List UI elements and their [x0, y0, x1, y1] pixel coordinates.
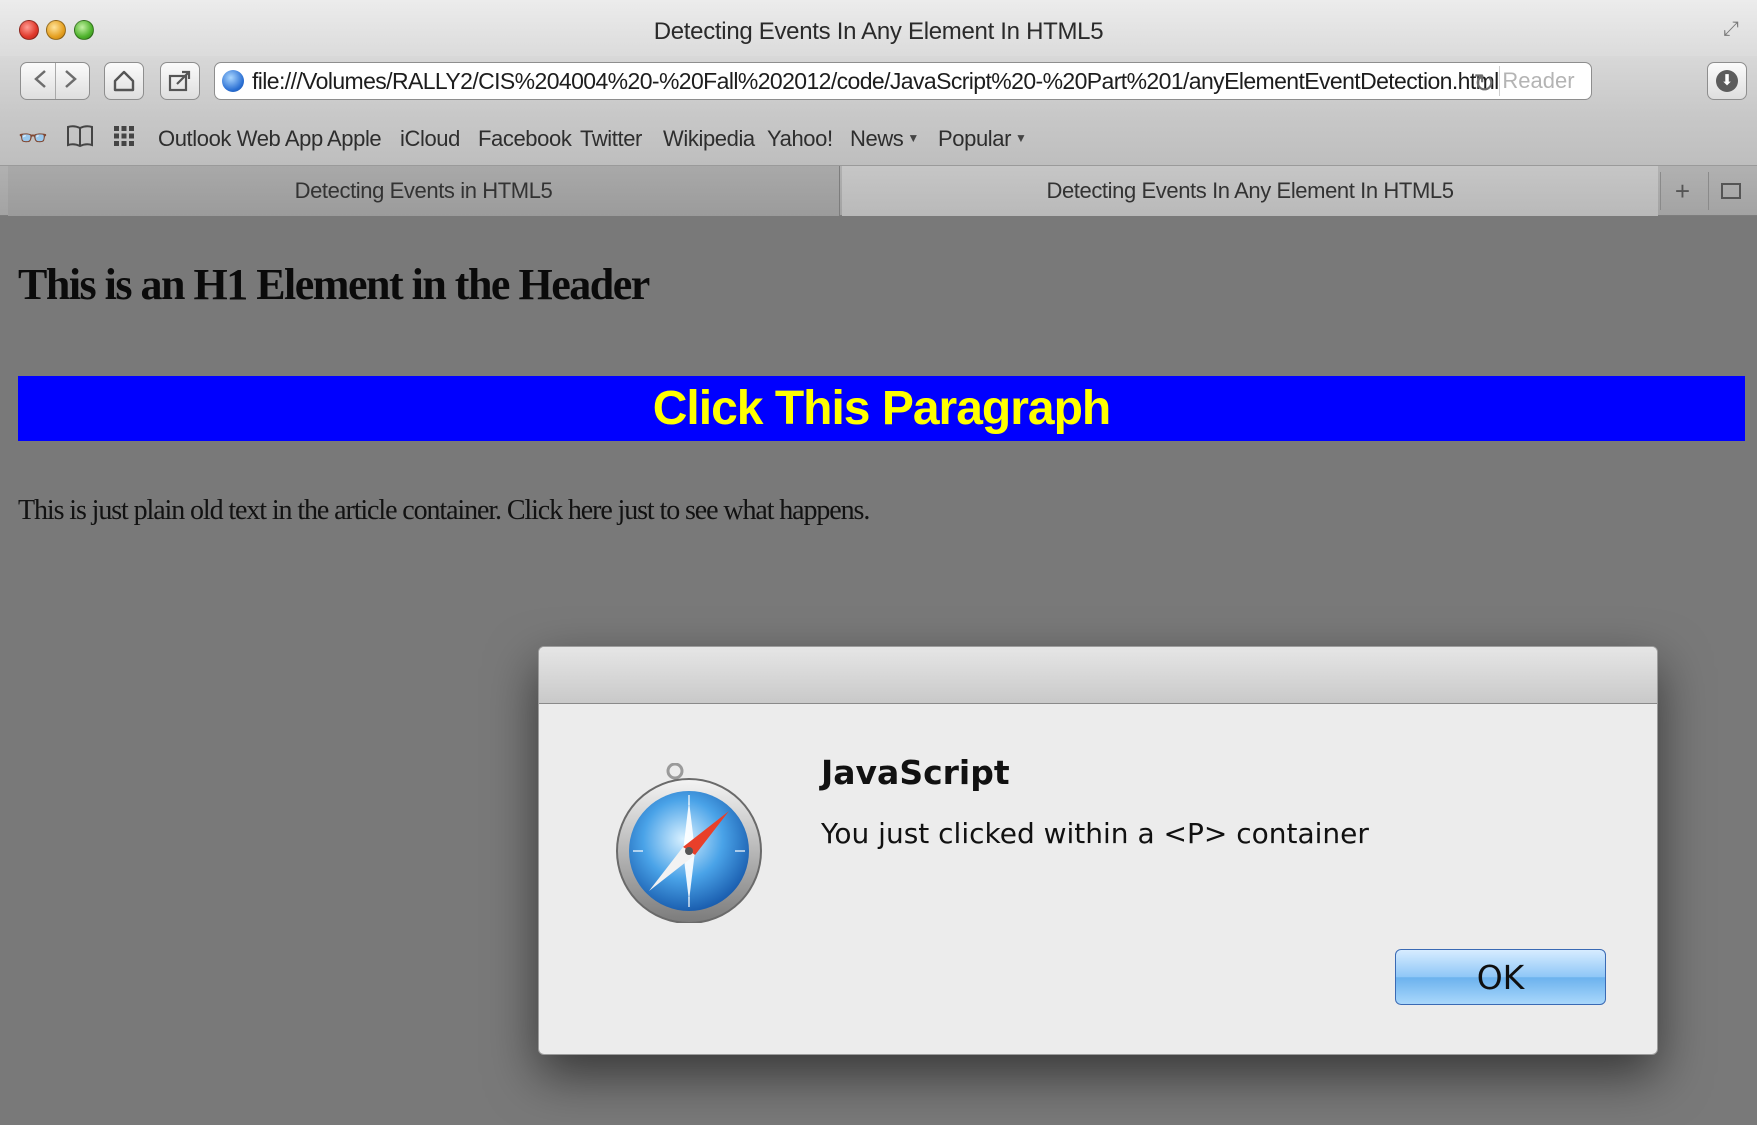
- tab-label: Detecting Events In Any Element In HTML5: [1046, 178, 1454, 203]
- window-title: Detecting Events In Any Element In HTML5: [653, 18, 1104, 45]
- share-button[interactable]: [160, 62, 200, 100]
- downloads-button[interactable]: ⬇: [1707, 62, 1747, 100]
- fullscreen-icon[interactable]: ⤢: [1723, 18, 1745, 40]
- bookmark-menu-news[interactable]: News ▼: [850, 126, 919, 152]
- bookmarks-bar: 👓 Outlook Web App Apple iCloud Facebook …: [0, 114, 1757, 166]
- page-heading: This is an H1 Element in the Header: [18, 260, 650, 309]
- dialog-heading: JavaScript: [821, 753, 1010, 792]
- bookmark-item[interactable]: iCloud: [400, 126, 460, 152]
- bookmark-item[interactable]: Facebook: [478, 126, 572, 152]
- globe-icon: [222, 70, 244, 92]
- reload-icon[interactable]: ↻: [1473, 68, 1495, 99]
- bookmark-menu-popular[interactable]: Popular ▼: [938, 126, 1027, 152]
- bookmark-label: News: [850, 126, 904, 151]
- home-button[interactable]: [104, 62, 144, 100]
- tab-label: Detecting Events in HTML5: [294, 178, 553, 203]
- reading-list-icon[interactable]: 👓: [18, 124, 48, 153]
- toolbar: file:///Volumes/RALLY2/CIS%204004%20-%20…: [0, 56, 1757, 114]
- home-icon: [113, 70, 135, 92]
- tab-bar: Detecting Events in HTML5 Detecting Even…: [0, 166, 1757, 216]
- new-tab-button[interactable]: +: [1660, 172, 1704, 210]
- tab-any-element-events[interactable]: Detecting Events In Any Element In HTML5: [842, 166, 1658, 216]
- javascript-alert-dialog: JavaScript You just clicked within a <P>…: [538, 646, 1658, 1055]
- caret-down-icon: ▼: [907, 131, 919, 145]
- bookmark-item[interactable]: Wikipedia: [663, 126, 755, 152]
- safari-compass-icon: [616, 763, 762, 923]
- browser-window: Detecting Events In Any Element In HTML5…: [0, 0, 1757, 1125]
- bookmark-item[interactable]: Twitter: [580, 126, 642, 152]
- dialog-title-bar: [539, 647, 1657, 704]
- back-forward-buttons: [20, 62, 90, 100]
- top-sites-icon[interactable]: [112, 124, 136, 155]
- bookmark-item[interactable]: Apple: [327, 126, 382, 152]
- ok-button[interactable]: OK: [1395, 949, 1606, 1005]
- divider: [54, 63, 56, 99]
- download-icon: ⬇: [1716, 70, 1738, 92]
- tab-overview-button[interactable]: [1708, 172, 1752, 210]
- title-bar: Detecting Events In Any Element In HTML5…: [0, 0, 1757, 64]
- tab-detecting-events[interactable]: Detecting Events in HTML5: [8, 166, 840, 216]
- bookmarks-icon[interactable]: [66, 124, 94, 155]
- dialog-message: You just clicked within a <P> container: [821, 817, 1369, 850]
- url-text[interactable]: file:///Volumes/RALLY2/CIS%204004%20-%20…: [252, 68, 1499, 95]
- forward-icon[interactable]: [62, 69, 78, 94]
- tab-overview-icon: [1721, 183, 1741, 199]
- address-bar[interactable]: file:///Volumes/RALLY2/CIS%204004%20-%20…: [214, 62, 1592, 100]
- share-icon: [168, 70, 191, 92]
- article-text[interactable]: This is just plain old text in the artic…: [18, 495, 870, 527]
- back-icon[interactable]: [33, 69, 49, 94]
- click-paragraph[interactable]: Click This Paragraph: [18, 376, 1745, 441]
- caret-down-icon: ▼: [1015, 131, 1027, 145]
- bookmark-item[interactable]: Yahoo!: [767, 126, 833, 152]
- reader-button[interactable]: Reader: [1499, 66, 1577, 96]
- bookmark-item[interactable]: Outlook Web App: [158, 126, 323, 152]
- bookmark-label: Popular: [938, 126, 1012, 151]
